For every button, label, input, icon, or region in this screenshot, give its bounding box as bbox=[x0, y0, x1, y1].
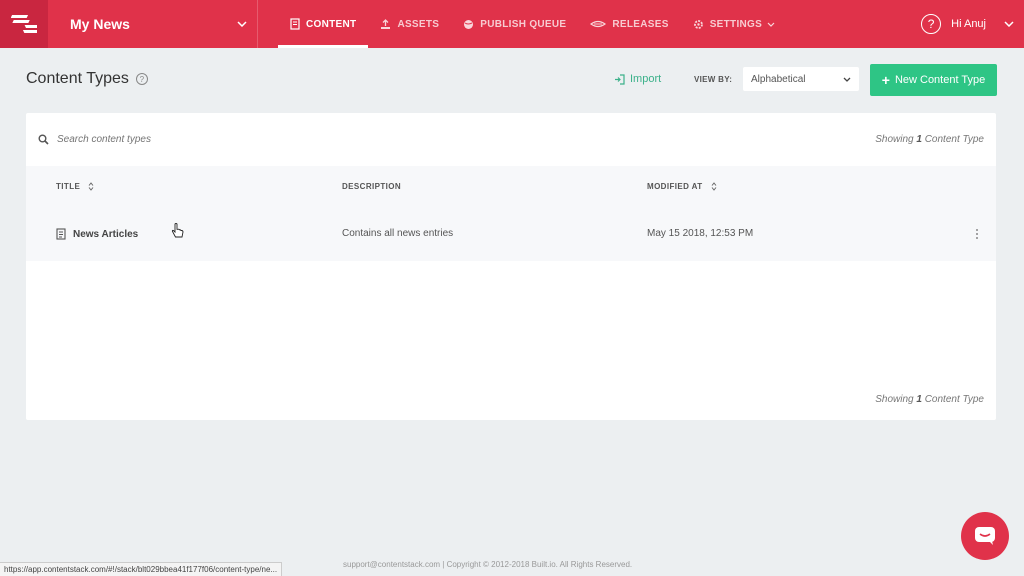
footer-text: support@contentstack.com | Copyright © 2… bbox=[343, 560, 633, 569]
view-by-label: VIEW BY: bbox=[694, 75, 733, 84]
page-title: Content Types ? bbox=[26, 70, 148, 88]
sort-icon[interactable] bbox=[88, 182, 94, 191]
top-nav-bar: My News CONTENT ASSETS PUBLISH QUEUE REL… bbox=[0, 0, 1024, 48]
import-link[interactable]: Import bbox=[614, 73, 661, 85]
status-bar-url: https://app.contentstack.com/#!/stack/bl… bbox=[0, 562, 283, 576]
table-header: TITLE DESCRIPTION MODIFIED AT bbox=[26, 166, 996, 211]
nav-content-label: CONTENT bbox=[306, 18, 357, 30]
user-greeting[interactable]: Hi Anuj bbox=[951, 18, 986, 30]
import-icon bbox=[614, 73, 625, 85]
globe-icon bbox=[463, 19, 474, 30]
showing-count-top: Showing 1 Content Type bbox=[875, 134, 984, 145]
nav-settings-label: SETTINGS bbox=[709, 18, 763, 30]
document-icon bbox=[56, 228, 66, 240]
nav-content[interactable]: CONTENT bbox=[278, 0, 369, 48]
showing-prefix: Showing bbox=[875, 394, 914, 405]
view-by-value: Alphabetical bbox=[751, 73, 806, 85]
row-description: Contains all news entries bbox=[342, 228, 454, 239]
import-label: Import bbox=[630, 73, 662, 85]
column-modified-at-label: MODIFIED AT bbox=[647, 182, 703, 191]
sort-icon[interactable] bbox=[711, 182, 717, 191]
more-options-icon[interactable] bbox=[976, 229, 978, 239]
stack-selector[interactable]: My News bbox=[48, 0, 258, 48]
nav-publish-queue-label: PUBLISH QUEUE bbox=[480, 18, 567, 30]
release-icon bbox=[590, 19, 607, 29]
row-title[interactable]: News Articles bbox=[56, 228, 138, 240]
nav-settings[interactable]: SETTINGS bbox=[681, 0, 787, 48]
chat-button[interactable] bbox=[961, 512, 1009, 560]
showing-count: 1 bbox=[916, 394, 922, 405]
user-area: ? Hi Anuj bbox=[921, 0, 1024, 48]
help-icon[interactable]: ? bbox=[921, 14, 942, 34]
showing-suffix: Content Type bbox=[924, 394, 984, 405]
stack-name: My News bbox=[70, 16, 130, 32]
search-row: Showing 1 Content Type bbox=[26, 113, 996, 166]
chevron-down-icon bbox=[767, 22, 775, 27]
search-icon bbox=[38, 134, 49, 145]
nav-assets-label: ASSETS bbox=[397, 18, 440, 30]
column-title[interactable]: TITLE bbox=[56, 182, 94, 191]
view-by-select[interactable]: Alphabetical bbox=[743, 67, 859, 91]
row-title-text: News Articles bbox=[73, 228, 139, 240]
page-title-text: Content Types bbox=[26, 70, 129, 87]
showing-suffix: Content Type bbox=[924, 134, 984, 145]
logo-icon bbox=[11, 15, 37, 33]
nav-releases-label: RELEASES bbox=[612, 18, 669, 30]
column-description: DESCRIPTION bbox=[342, 182, 401, 191]
content-types-panel: Showing 1 Content Type TITLE DESCRIPTION… bbox=[26, 113, 996, 420]
showing-prefix: Showing bbox=[875, 134, 914, 145]
chevron-down-icon bbox=[843, 77, 851, 82]
main-nav: CONTENT ASSETS PUBLISH QUEUE RELEASES SE… bbox=[278, 0, 787, 48]
chevron-down-icon[interactable] bbox=[1004, 21, 1014, 27]
upload-icon bbox=[380, 18, 391, 30]
search-input[interactable] bbox=[57, 134, 557, 145]
contentstack-logo[interactable] bbox=[0, 0, 48, 48]
showing-count-bottom: Showing 1 Content Type bbox=[875, 394, 984, 405]
nav-publish-queue[interactable]: PUBLISH QUEUE bbox=[451, 0, 578, 48]
chevron-down-icon bbox=[227, 21, 257, 27]
showing-count: 1 bbox=[916, 134, 922, 145]
row-modified-at: May 15 2018, 12:53 PM bbox=[647, 228, 754, 239]
column-description-label: DESCRIPTION bbox=[342, 182, 402, 191]
plus-icon: + bbox=[881, 72, 890, 88]
gear-icon bbox=[693, 19, 704, 30]
document-icon bbox=[290, 18, 300, 30]
column-title-label: TITLE bbox=[56, 182, 81, 191]
help-icon[interactable]: ? bbox=[135, 73, 148, 85]
nav-releases[interactable]: RELEASES bbox=[578, 0, 680, 48]
nav-assets[interactable]: ASSETS bbox=[368, 0, 451, 48]
chat-icon bbox=[974, 526, 996, 546]
new-content-type-label: New Content Type bbox=[894, 74, 986, 86]
column-modified-at[interactable]: MODIFIED AT bbox=[647, 182, 717, 191]
new-content-type-button[interactable]: + New Content Type bbox=[870, 64, 997, 96]
hand-cursor-icon bbox=[171, 223, 184, 244]
